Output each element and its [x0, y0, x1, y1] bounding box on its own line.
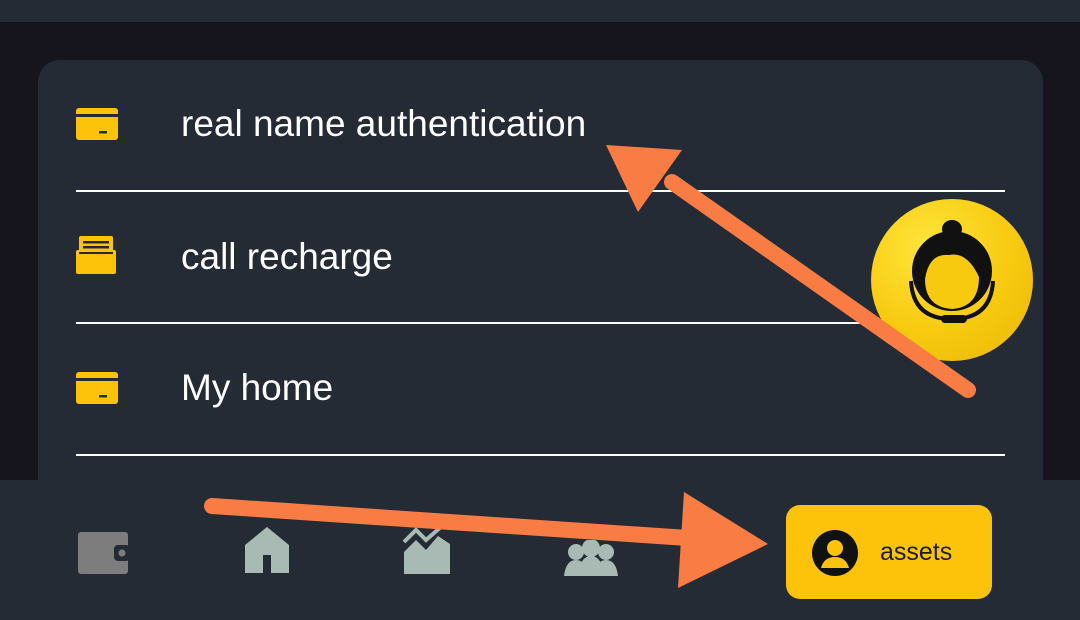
menu-item-label: call recharge	[181, 236, 393, 277]
menu-item-call-recharge[interactable]: call recharge	[76, 192, 1005, 324]
receipt-icon	[76, 236, 116, 279]
nav-wallet-button[interactable]	[78, 532, 130, 579]
user-avatar-icon	[812, 530, 858, 581]
card-icon	[76, 372, 118, 409]
nav-market-button[interactable]	[402, 524, 452, 579]
home-icon	[245, 527, 289, 573]
card-icon	[76, 108, 118, 145]
nav-assets-button[interactable]: assets	[786, 505, 992, 599]
customer-service-button[interactable]	[871, 199, 1033, 361]
menu-item-real-name-authentication[interactable]: real name authentication	[76, 60, 1005, 192]
bottom-nav: assets	[0, 480, 1080, 620]
menu-item-my-home[interactable]: My home	[76, 324, 1005, 456]
menu-item-label: My home	[181, 367, 334, 408]
menu-item-label: real name authentication	[181, 103, 587, 144]
chart-icon	[402, 524, 450, 574]
top-bar	[0, 0, 1080, 22]
wallet-icon	[78, 532, 130, 574]
nav-assets-label: assets	[880, 538, 953, 566]
team-icon	[564, 539, 618, 576]
customer-service-icon	[909, 220, 995, 323]
nav-home-button[interactable]	[243, 525, 291, 578]
nav-team-button[interactable]	[562, 539, 620, 581]
